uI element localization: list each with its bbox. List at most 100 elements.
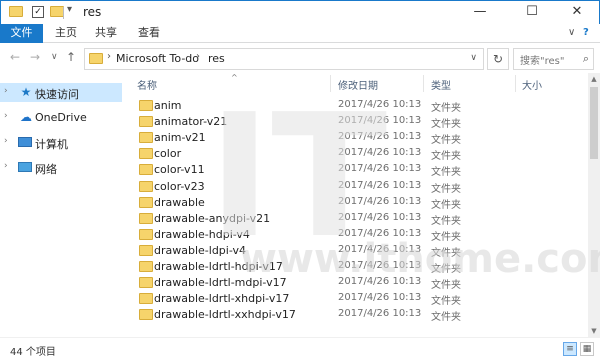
address-history-button[interactable]: ∨: [470, 53, 477, 63]
star-icon: ★: [20, 85, 32, 99]
help-icon[interactable]: ?: [583, 27, 589, 38]
file-type: 文件夹: [431, 183, 461, 195]
maximize-button[interactable]: ☐: [509, 1, 555, 24]
file-name[interactable]: drawable-ldpi-v4: [154, 244, 246, 257]
up-button[interactable]: ↑: [66, 50, 76, 64]
file-modified-date: 2017/4/26 10:13: [338, 99, 422, 110]
chevron-right-icon[interactable]: ›: [107, 51, 111, 62]
file-name[interactable]: drawable-ldrtl-mdpi-v17: [154, 276, 287, 289]
file-type: 文件夹: [431, 231, 461, 243]
forward-button[interactable]: →: [30, 50, 40, 64]
table-row[interactable]: drawable 2017/4/26 10:13 文件夹: [122, 194, 588, 211]
details-view-button[interactable]: ≡: [563, 342, 577, 356]
close-button[interactable]: ✕: [554, 1, 600, 24]
address-row: ← → ∨ ↑ › Microsoft To-do › res ∨ ↻ 搜索"r…: [0, 43, 600, 73]
back-button[interactable]: ←: [10, 50, 20, 64]
scrollbar-thumb[interactable]: [590, 87, 598, 159]
folder-icon: [139, 132, 153, 144]
column-header-name[interactable]: 名称: [137, 77, 157, 92]
file-name[interactable]: color-v23: [154, 180, 205, 193]
column-divider[interactable]: [423, 75, 424, 92]
column-divider[interactable]: [515, 75, 516, 92]
folder-icon: [139, 180, 153, 192]
file-name[interactable]: drawable-ldrtl-xhdpi-v17: [154, 292, 289, 305]
refresh-button[interactable]: ↻: [487, 48, 509, 70]
table-row[interactable]: drawable-hdpi-v4 2017/4/26 10:13 文件夹: [122, 226, 588, 243]
table-row[interactable]: drawable-ldrtl-hdpi-v17 2017/4/26 10:13 文件…: [122, 258, 588, 275]
new-folder-icon[interactable]: [50, 6, 64, 17]
expand-ribbon-icon[interactable]: ∨: [568, 27, 575, 38]
table-row[interactable]: color-v11 2017/4/26 10:13 文件夹: [122, 161, 588, 178]
table-row[interactable]: drawable-ldrtl-xxhdpi-v17 2017/4/26 10:13…: [122, 306, 588, 323]
file-list: ^ 名称 修改日期 类型 大小 anim 2017/4/26 10:13 文件夹 an…: [122, 73, 588, 337]
table-row[interactable]: drawable-ldrtl-mdpi-v17 2017/4/26 10:13 文件…: [122, 274, 588, 291]
file-name[interactable]: drawable-ldrtl-xxhdpi-v17: [154, 308, 296, 321]
file-name[interactable]: anim-v21: [154, 131, 206, 144]
nav-item-label: 计算机: [35, 138, 68, 151]
column-divider[interactable]: [330, 75, 331, 92]
file-name[interactable]: color-v11: [154, 163, 205, 176]
tab-home[interactable]: 主页: [46, 24, 86, 43]
expand-icon[interactable]: ›: [4, 86, 8, 96]
nav-item-computer[interactable]: › 计算机: [0, 133, 122, 152]
folder-icon: [139, 228, 153, 240]
file-name[interactable]: animator-v21: [154, 115, 227, 128]
table-row[interactable]: drawable-ldpi-v4 2017/4/26 10:13 文件夹: [122, 242, 588, 259]
table-row[interactable]: anim-v21 2017/4/26 10:13 文件夹: [122, 129, 588, 147]
file-type: 文件夹: [431, 135, 461, 147]
chevron-right-icon[interactable]: ›: [196, 51, 200, 62]
folder-icon: [139, 100, 153, 111]
expand-icon[interactable]: ›: [4, 111, 8, 121]
folder-icon: [139, 164, 153, 176]
minimize-button[interactable]: —: [457, 1, 503, 24]
file-modified-date: 2017/4/26 10:13: [338, 292, 422, 304]
tab-share[interactable]: 共享: [86, 24, 126, 43]
table-row[interactable]: drawable-ldrtl-xhdpi-v17 2017/4/26 10:13 文…: [122, 290, 588, 307]
table-row[interactable]: anim 2017/4/26 10:13 文件夹: [122, 97, 588, 114]
vertical-scrollbar[interactable]: ▲ ▼: [588, 73, 600, 337]
network-icon: [18, 162, 32, 172]
toolbar-divider: [63, 7, 64, 19]
tab-view[interactable]: 查看: [129, 24, 169, 43]
folder-icon: [139, 244, 153, 256]
file-name[interactable]: drawable: [154, 196, 205, 209]
nav-item-quick-access[interactable]: › ★ 快速访问: [0, 83, 122, 102]
file-type: 文件夹: [431, 264, 461, 275]
file-modified-date: 2017/4/26 10:13: [338, 211, 422, 223]
column-header-size[interactable]: 大小: [522, 77, 542, 92]
table-row[interactable]: color 2017/4/26 10:13 文件夹: [122, 145, 588, 162]
recent-locations-button[interactable]: ∨: [51, 52, 58, 62]
breadcrumb-res[interactable]: res: [208, 52, 225, 65]
folder-icon: [139, 116, 153, 128]
table-row[interactable]: drawable-anydpi-v21 2017/4/26 10:13 文件夹: [122, 210, 588, 227]
expand-icon[interactable]: ›: [4, 161, 8, 171]
nav-item-label: 快速访问: [35, 88, 79, 101]
search-icon[interactable]: ⌕: [583, 52, 589, 66]
search-input[interactable]: 搜索"res": [520, 52, 564, 67]
file-modified-date: 2017/4/26 10:13: [338, 243, 422, 255]
search-box[interactable]: 搜索"res" ⌕: [513, 48, 594, 70]
file-modified-date: 2017/4/26 10:13: [338, 260, 422, 271]
nav-item-network[interactable]: › 网络: [0, 158, 122, 177]
file-name[interactable]: color: [154, 147, 181, 160]
column-header-type[interactable]: 类型: [431, 77, 451, 92]
customize-toolbar-icon[interactable]: ▾: [67, 4, 72, 15]
scroll-up-icon[interactable]: ▲: [588, 75, 600, 83]
file-name[interactable]: drawable-ldrtl-hdpi-v17: [154, 260, 283, 273]
large-icons-view-button[interactable]: ▦: [580, 342, 594, 356]
nav-item-onedrive[interactable]: › ☁ OneDrive: [0, 108, 122, 127]
address-bar[interactable]: › Microsoft To-do › res ∨: [84, 48, 484, 70]
column-header-date[interactable]: 修改日期: [338, 77, 378, 92]
breadcrumb-microsoft-todo[interactable]: Microsoft To-do: [116, 52, 199, 65]
table-row[interactable]: color-v23 2017/4/26 10:13 文件夹: [122, 178, 588, 195]
table-row[interactable]: animator-v21 2017/4/26 10:13 文件夹: [122, 113, 588, 130]
file-name[interactable]: anim: [154, 99, 181, 112]
expand-icon[interactable]: ›: [4, 136, 8, 146]
tab-file[interactable]: 文件: [0, 24, 43, 43]
folder-icon: [89, 53, 103, 64]
file-name[interactable]: drawable-hdpi-v4: [154, 228, 250, 241]
computer-icon: [18, 137, 32, 147]
scroll-down-icon[interactable]: ▼: [588, 327, 600, 335]
properties-icon[interactable]: ✓: [32, 6, 44, 18]
file-name[interactable]: drawable-anydpi-v21: [154, 212, 270, 225]
